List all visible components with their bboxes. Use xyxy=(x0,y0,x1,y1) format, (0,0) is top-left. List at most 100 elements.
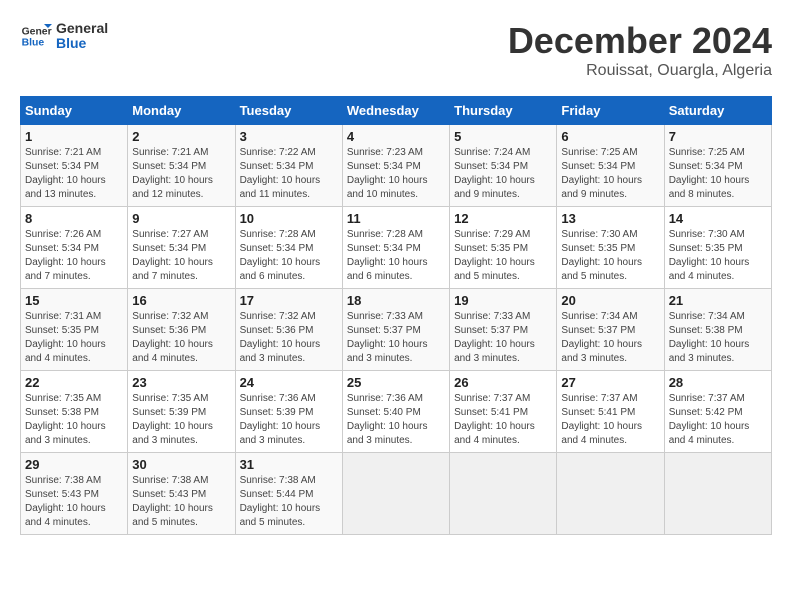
title-section: December 2024 Rouissat, Ouargla, Algeria xyxy=(508,20,772,80)
day-number: 2 xyxy=(132,129,230,144)
day-info: Sunrise: 7:28 AMSunset: 5:34 PMDaylight:… xyxy=(347,228,445,284)
calendar-title: December 2024 xyxy=(508,20,772,62)
svg-text:General: General xyxy=(22,26,52,37)
calendar-cell: 16 Sunrise: 7:32 AMSunset: 5:36 PMDayligh… xyxy=(128,289,235,371)
day-info: Sunrise: 7:30 AMSunset: 5:35 PMDaylight:… xyxy=(669,228,767,284)
day-info: Sunrise: 7:33 AMSunset: 5:37 PMDaylight:… xyxy=(454,310,552,366)
day-number: 13 xyxy=(561,211,659,226)
day-info: Sunrise: 7:25 AMSunset: 5:34 PMDaylight:… xyxy=(669,146,767,202)
header: General Blue General Blue December 2024 … xyxy=(20,20,772,80)
calendar-cell: 31 Sunrise: 7:38 AMSunset: 5:44 PMDayligh… xyxy=(235,453,342,535)
calendar-cell: 10 Sunrise: 7:28 AMSunset: 5:34 PMDayligh… xyxy=(235,207,342,289)
calendar-cell xyxy=(557,453,664,535)
calendar-week-1: 1Sunrise: 7:21 AMSunset: 5:34 PMDaylight… xyxy=(21,125,772,207)
calendar-cell: 23Sunrise: 7:35 AMSunset: 5:39 PMDayligh… xyxy=(128,371,235,453)
day-info: Sunrise: 7:37 AMSunset: 5:41 PMDaylight:… xyxy=(454,392,552,448)
day-number: 7 xyxy=(669,129,767,144)
day-number: 8 xyxy=(25,211,123,226)
day-info: Sunrise: 7:28 AMSunset: 5:34 PMDaylight:… xyxy=(240,228,338,284)
day-number: 31 xyxy=(240,457,338,472)
day-number: 26 xyxy=(454,375,552,390)
calendar-cell: 29 Sunrise: 7:38 AMSunset: 5:43 PMDayligh… xyxy=(21,453,128,535)
calendar-cell xyxy=(450,453,557,535)
day-info: Sunrise: 7:37 AMSunset: 5:41 PMDaylight:… xyxy=(561,392,659,448)
calendar-cell: 8 Sunrise: 7:26 AMSunset: 5:34 PMDaylight… xyxy=(21,207,128,289)
day-number: 22 xyxy=(25,375,123,390)
header-day-wednesday: Wednesday xyxy=(342,97,449,125)
day-info: Sunrise: 7:34 AMSunset: 5:37 PMDaylight:… xyxy=(561,310,659,366)
calendar-cell: 2Sunrise: 7:21 AMSunset: 5:34 PMDaylight… xyxy=(128,125,235,207)
calendar-cell: 24Sunrise: 7:36 AMSunset: 5:39 PMDayligh… xyxy=(235,371,342,453)
day-number: 15 xyxy=(25,293,123,308)
day-number: 27 xyxy=(561,375,659,390)
day-info: Sunrise: 7:26 AMSunset: 5:34 PMDaylight:… xyxy=(25,228,123,284)
calendar-cell: 13 Sunrise: 7:30 AMSunset: 5:35 PMDayligh… xyxy=(557,207,664,289)
calendar-cell: 6 Sunrise: 7:25 AMSunset: 5:34 PMDaylight… xyxy=(557,125,664,207)
calendar-cell xyxy=(342,453,449,535)
day-number: 23 xyxy=(132,375,230,390)
day-info: Sunrise: 7:38 AMSunset: 5:44 PMDaylight:… xyxy=(240,474,338,530)
calendar-cell: 5 Sunrise: 7:24 AMSunset: 5:34 PMDaylight… xyxy=(450,125,557,207)
header-day-thursday: Thursday xyxy=(450,97,557,125)
day-number: 9 xyxy=(132,211,230,226)
calendar-cell: 25 Sunrise: 7:36 AMSunset: 5:40 PMDayligh… xyxy=(342,371,449,453)
calendar-table: SundayMondayTuesdayWednesdayThursdayFrid… xyxy=(20,96,772,535)
day-number: 12 xyxy=(454,211,552,226)
day-info: Sunrise: 7:36 AMSunset: 5:40 PMDaylight:… xyxy=(347,392,445,448)
calendar-week-5: 29 Sunrise: 7:38 AMSunset: 5:43 PMDayligh… xyxy=(21,453,772,535)
day-number: 25 xyxy=(347,375,445,390)
day-info: Sunrise: 7:32 AMSunset: 5:36 PMDaylight:… xyxy=(132,310,230,366)
day-info: Sunrise: 7:22 AMSunset: 5:34 PMDaylight:… xyxy=(240,146,338,202)
day-info: Sunrise: 7:30 AMSunset: 5:35 PMDaylight:… xyxy=(561,228,659,284)
day-info: Sunrise: 7:33 AMSunset: 5:37 PMDaylight:… xyxy=(347,310,445,366)
calendar-cell: 30Sunrise: 7:38 AMSunset: 5:43 PMDayligh… xyxy=(128,453,235,535)
day-info: Sunrise: 7:25 AMSunset: 5:34 PMDaylight:… xyxy=(561,146,659,202)
header-day-sunday: Sunday xyxy=(21,97,128,125)
calendar-cell: 1Sunrise: 7:21 AMSunset: 5:34 PMDaylight… xyxy=(21,125,128,207)
day-number: 17 xyxy=(240,293,338,308)
day-info: Sunrise: 7:24 AMSunset: 5:34 PMDaylight:… xyxy=(454,146,552,202)
calendar-cell: 17 Sunrise: 7:32 AMSunset: 5:36 PMDayligh… xyxy=(235,289,342,371)
day-number: 28 xyxy=(669,375,767,390)
calendar-cell: 28 Sunrise: 7:37 AMSunset: 5:42 PMDayligh… xyxy=(664,371,771,453)
day-number: 6 xyxy=(561,129,659,144)
calendar-cell: 22Sunrise: 7:35 AMSunset: 5:38 PMDayligh… xyxy=(21,371,128,453)
day-number: 10 xyxy=(240,211,338,226)
calendar-cell: 11 Sunrise: 7:28 AMSunset: 5:34 PMDayligh… xyxy=(342,207,449,289)
day-number: 29 xyxy=(25,457,123,472)
calendar-cell: 21Sunrise: 7:34 AMSunset: 5:38 PMDayligh… xyxy=(664,289,771,371)
calendar-week-3: 15 Sunrise: 7:31 AMSunset: 5:35 PMDayligh… xyxy=(21,289,772,371)
calendar-cell: 9Sunrise: 7:27 AMSunset: 5:34 PMDaylight… xyxy=(128,207,235,289)
day-number: 11 xyxy=(347,211,445,226)
calendar-cell: 18 Sunrise: 7:33 AMSunset: 5:37 PMDayligh… xyxy=(342,289,449,371)
calendar-cell: 4Sunrise: 7:23 AMSunset: 5:34 PMDaylight… xyxy=(342,125,449,207)
day-number: 14 xyxy=(669,211,767,226)
day-number: 3 xyxy=(240,129,338,144)
day-info: Sunrise: 7:38 AMSunset: 5:43 PMDaylight:… xyxy=(25,474,123,530)
day-number: 1 xyxy=(25,129,123,144)
calendar-cell: 14 Sunrise: 7:30 AMSunset: 5:35 PMDayligh… xyxy=(664,207,771,289)
day-number: 5 xyxy=(454,129,552,144)
svg-text:Blue: Blue xyxy=(22,38,45,49)
calendar-cell: 12 Sunrise: 7:29 AMSunset: 5:35 PMDayligh… xyxy=(450,207,557,289)
day-number: 21 xyxy=(669,293,767,308)
logo-blue: Blue xyxy=(56,36,108,51)
day-number: 16 xyxy=(132,293,230,308)
day-info: Sunrise: 7:31 AMSunset: 5:35 PMDaylight:… xyxy=(25,310,123,366)
logo-general: General xyxy=(56,21,108,36)
header-day-monday: Monday xyxy=(128,97,235,125)
day-number: 18 xyxy=(347,293,445,308)
day-info: Sunrise: 7:29 AMSunset: 5:35 PMDaylight:… xyxy=(454,228,552,284)
day-info: Sunrise: 7:37 AMSunset: 5:42 PMDaylight:… xyxy=(669,392,767,448)
calendar-cell: 15 Sunrise: 7:31 AMSunset: 5:35 PMDayligh… xyxy=(21,289,128,371)
day-info: Sunrise: 7:32 AMSunset: 5:36 PMDaylight:… xyxy=(240,310,338,366)
logo-icon: General Blue xyxy=(20,20,52,52)
header-day-tuesday: Tuesday xyxy=(235,97,342,125)
calendar-cell: 7 Sunrise: 7:25 AMSunset: 5:34 PMDaylight… xyxy=(664,125,771,207)
day-info: Sunrise: 7:23 AMSunset: 5:34 PMDaylight:… xyxy=(347,146,445,202)
calendar-subtitle: Rouissat, Ouargla, Algeria xyxy=(508,62,772,80)
calendar-cell xyxy=(664,453,771,535)
calendar-cell: 27 Sunrise: 7:37 AMSunset: 5:41 PMDayligh… xyxy=(557,371,664,453)
calendar-cell: 19Sunrise: 7:33 AMSunset: 5:37 PMDayligh… xyxy=(450,289,557,371)
day-info: Sunrise: 7:36 AMSunset: 5:39 PMDaylight:… xyxy=(240,392,338,448)
